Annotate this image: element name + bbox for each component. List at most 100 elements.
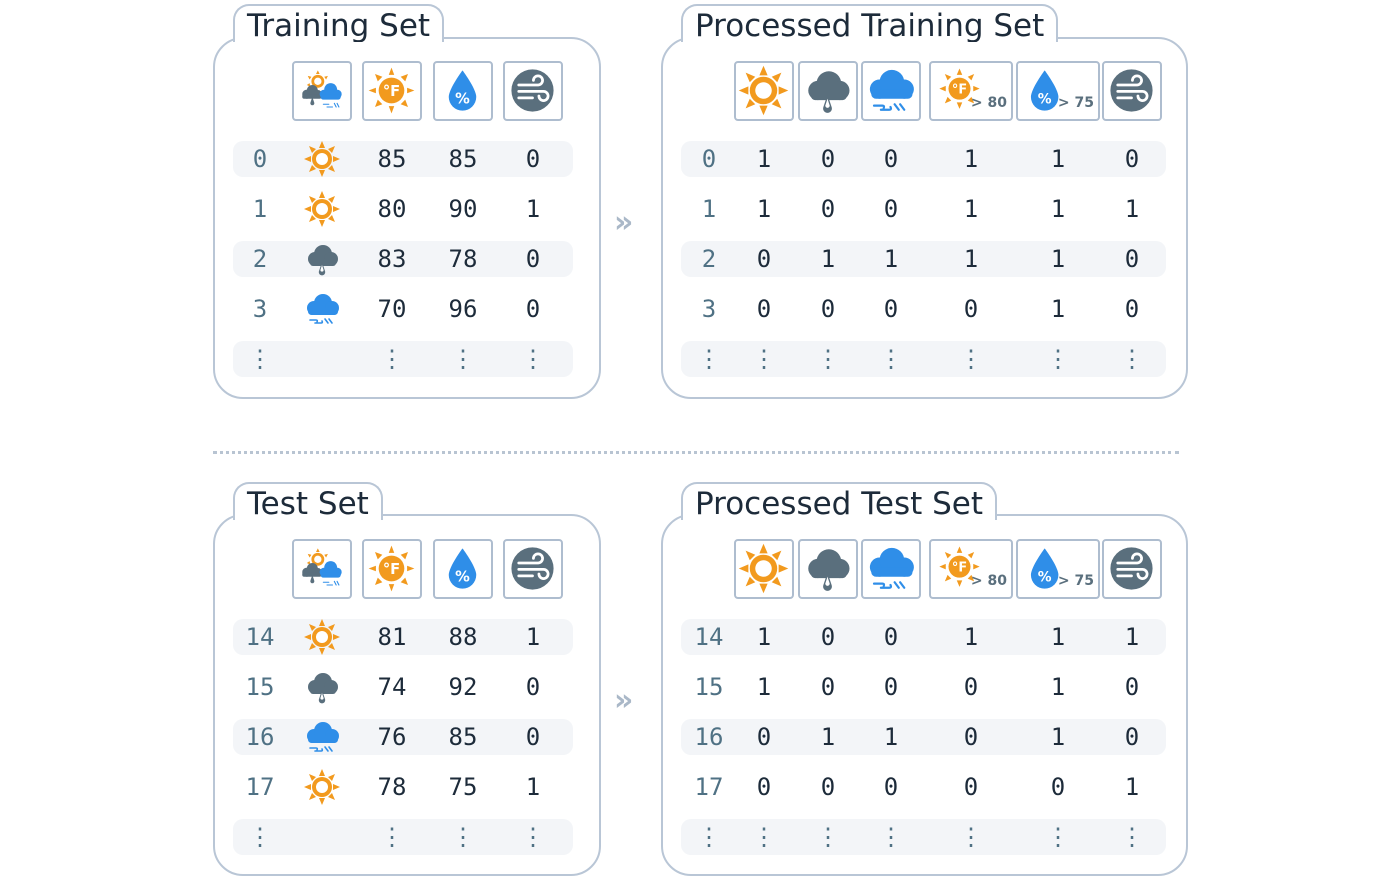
row-index: 3 (252, 295, 268, 323)
encoded-value: 1 (1050, 245, 1066, 273)
encoded-value: 1 (756, 673, 772, 701)
ellipsis-marker: ⋮ (752, 823, 776, 851)
encoded-value: 1 (883, 245, 899, 273)
row-index: 16 (694, 723, 724, 751)
encoded-value: 1 (1124, 623, 1140, 651)
ellipsis-marker: ⋮ (1120, 823, 1144, 851)
encoded-value: 1 (1124, 773, 1140, 801)
header-weather-outlook (292, 61, 352, 121)
encoded-value: 0 (1124, 145, 1140, 173)
ellipsis-marker: ⋮ (879, 345, 903, 373)
ellipsis-marker: ⋮ (752, 345, 776, 373)
sunny-icon (304, 619, 340, 655)
row-index: 14 (245, 623, 275, 651)
wind-value: 0 (525, 145, 541, 173)
encoded-value: 0 (820, 673, 836, 701)
ellipsis-marker: ⋮ (959, 823, 983, 851)
temperature-value: 80 (377, 195, 407, 223)
temperature-icon (368, 67, 415, 114)
outlook-rainy-icon (302, 239, 342, 279)
row-index: 0 (701, 145, 717, 173)
encoded-value: 0 (883, 145, 899, 173)
humidity-value: 88 (448, 623, 478, 651)
encoded-value: 0 (1124, 723, 1140, 751)
wind-icon (1109, 68, 1154, 113)
sunny-icon (304, 769, 340, 805)
ellipsis-marker: ⋮ (879, 823, 903, 851)
header-wind (1102, 539, 1162, 599)
header-wind (503, 61, 563, 121)
ellipsis-marker: ⋮ (816, 345, 840, 373)
header-temperature-above: > 80 (929, 61, 1013, 121)
temperature-value: 81 (377, 623, 407, 651)
rainy-icon (808, 549, 850, 591)
wind-value: 0 (525, 723, 541, 751)
encoded-value: 0 (963, 723, 979, 751)
ellipsis-marker: ⋮ (248, 345, 272, 373)
humidity-value: 85 (448, 145, 478, 173)
row-index: 17 (245, 773, 275, 801)
encoded-value: 1 (963, 195, 979, 223)
wind-icon (510, 68, 555, 113)
row-index: 1 (701, 195, 717, 223)
ellipsis-marker: ⋮ (697, 823, 721, 851)
ellipsis-marker: ⋮ (816, 823, 840, 851)
ellipsis-marker: ⋮ (521, 345, 545, 373)
encoded-value: 1 (1124, 195, 1140, 223)
humidity-value: 90 (448, 195, 478, 223)
encoded-value: 0 (820, 295, 836, 323)
outlook-rainy-icon (302, 667, 342, 707)
header-temperature (362, 539, 422, 599)
humidity-value: 92 (448, 673, 478, 701)
wind-value: 1 (525, 195, 541, 223)
header-wind (503, 539, 563, 599)
transform-arrow-test: » (614, 683, 634, 718)
encoded-value: 1 (756, 145, 772, 173)
encoded-value: 0 (820, 195, 836, 223)
header-snowy (861, 539, 921, 599)
ellipsis-marker: ⋮ (451, 345, 475, 373)
wind-icon (1109, 546, 1154, 591)
temperature-value: 76 (377, 723, 407, 751)
encoded-value: 1 (1050, 673, 1066, 701)
outlook-snowy-icon (302, 717, 342, 757)
ellipsis-marker: ⋮ (697, 345, 721, 373)
weather-outlook-icon (301, 547, 343, 586)
encoded-value: 1 (1050, 145, 1066, 173)
encoded-value: 0 (756, 245, 772, 273)
encoded-value: 0 (820, 145, 836, 173)
encoded-value: 1 (820, 245, 836, 273)
threshold-label: > 75 (1057, 95, 1094, 111)
encoded-value: 0 (820, 773, 836, 801)
wind-value: 0 (525, 295, 541, 323)
header-humidity (433, 61, 493, 121)
header-sunny (734, 539, 794, 599)
encoded-value: 1 (963, 245, 979, 273)
transform-arrow-training: » (614, 205, 634, 240)
test-set-title: Test Set (232, 482, 384, 532)
encoded-value: 0 (883, 623, 899, 651)
row-index: 1 (252, 195, 268, 223)
wind-value: 0 (525, 673, 541, 701)
ellipsis-marker: ⋮ (1120, 345, 1144, 373)
header-humidity (433, 539, 493, 599)
temperature-value: 74 (377, 673, 407, 701)
sunny-icon (304, 141, 340, 177)
wind-value: 1 (525, 623, 541, 651)
header-temperature (362, 61, 422, 121)
row-index: 2 (701, 245, 717, 273)
encoded-value: 1 (1050, 623, 1066, 651)
encoded-value: 1 (1050, 723, 1066, 751)
encoded-value: 1 (1050, 195, 1066, 223)
row-index: 16 (245, 723, 275, 751)
row-index: 15 (245, 673, 275, 701)
threshold-label: > 80 (970, 95, 1007, 111)
sunny-icon (738, 543, 789, 594)
sunny-icon (304, 191, 340, 227)
ellipsis-marker: ⋮ (521, 823, 545, 851)
threshold-label: > 75 (1057, 573, 1094, 589)
encoded-value: 0 (1124, 295, 1140, 323)
outlook-sunny-icon (302, 139, 342, 179)
wind-value: 0 (525, 245, 541, 273)
encoded-value: 1 (963, 145, 979, 173)
